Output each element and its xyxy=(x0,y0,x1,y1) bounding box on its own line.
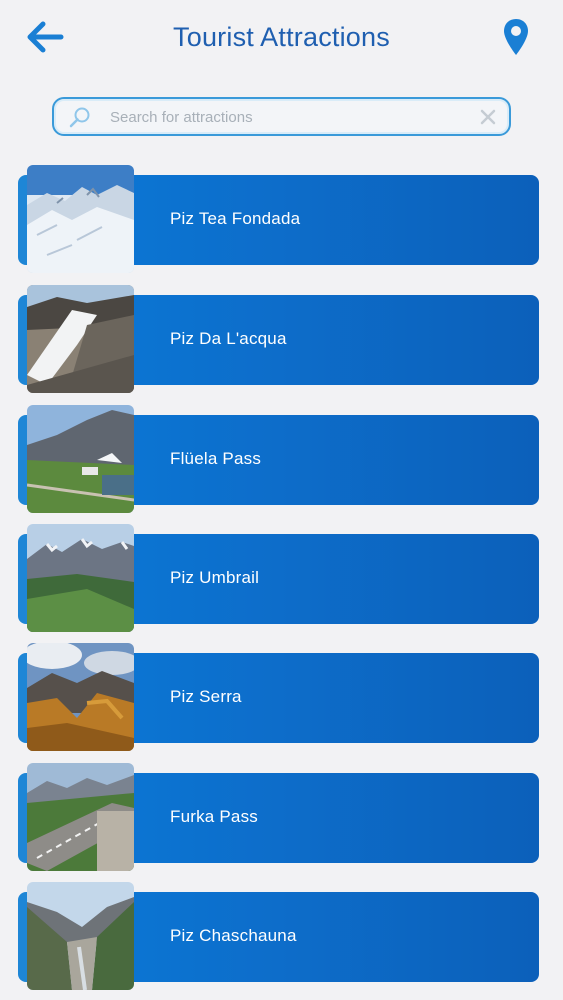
search-input[interactable] xyxy=(110,105,470,129)
attraction-thumbnail xyxy=(27,763,134,871)
attraction-thumbnail xyxy=(27,405,134,513)
list-item[interactable]: Piz Da L'acqua xyxy=(18,285,539,393)
clear-icon[interactable] xyxy=(479,108,497,126)
list-item[interactable]: Piz Tea Fondada xyxy=(18,165,539,273)
map-pin-icon xyxy=(502,17,530,62)
list-item[interactable]: Piz Umbrail xyxy=(18,524,539,632)
list-item[interactable]: Piz Chaschauna xyxy=(18,882,539,990)
search-icon xyxy=(68,106,92,130)
attraction-name: Piz Umbrail xyxy=(170,568,260,587)
attraction-thumbnail xyxy=(27,643,134,751)
attraction-name: Piz Da L'acqua xyxy=(170,329,287,348)
attraction-thumbnail xyxy=(27,524,134,632)
search-bar xyxy=(52,97,511,136)
attraction-thumbnail xyxy=(27,165,134,273)
page-title: Tourist Attractions xyxy=(173,22,390,52)
attraction-name: Flüela Pass xyxy=(170,449,262,468)
attraction-name: Piz Tea Fondada xyxy=(170,209,301,228)
attraction-name: Furka Pass xyxy=(170,807,258,826)
attraction-name: Piz Serra xyxy=(170,687,242,706)
list-item[interactable]: Furka Pass xyxy=(18,763,539,871)
attraction-name: Piz Chaschauna xyxy=(170,926,297,945)
attraction-thumbnail xyxy=(27,882,134,990)
list-item[interactable]: Piz Serra xyxy=(18,643,539,751)
location-button[interactable] xyxy=(499,16,533,62)
app-header: Tourist Attractions xyxy=(0,0,563,80)
attraction-thumbnail xyxy=(27,285,134,393)
list-item[interactable]: Flüela Pass xyxy=(18,405,539,513)
